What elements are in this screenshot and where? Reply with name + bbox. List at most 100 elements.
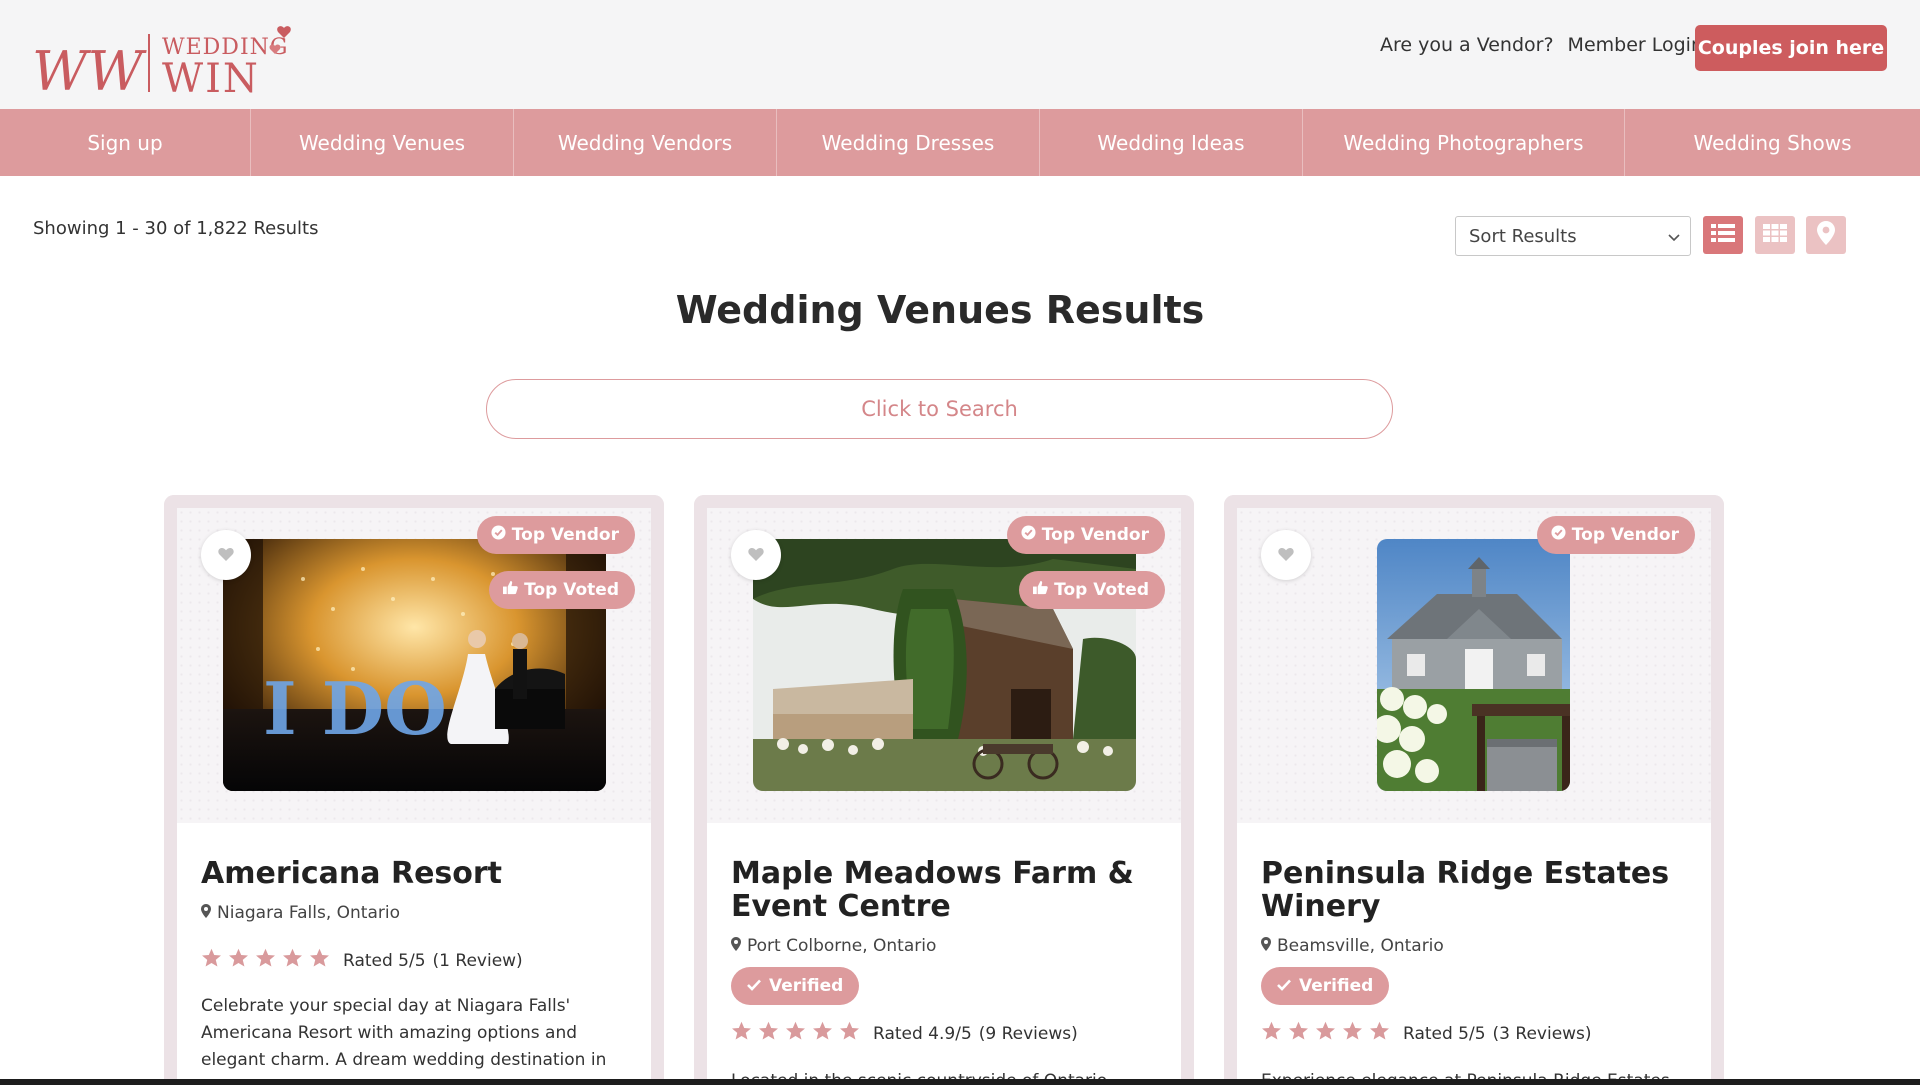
card-media: Top Vendor Top Voted: [707, 508, 1181, 823]
location-text: Niagara Falls, Ontario: [217, 903, 400, 923]
verified-label: Verified: [1299, 976, 1374, 996]
check-circle-icon: [1551, 525, 1566, 545]
venue-card[interactable]: Top Vendor Peninsula Ridge Estates Winer…: [1224, 495, 1724, 1085]
heart-icon: [218, 546, 234, 565]
review-count[interactable]: (9 Reviews): [979, 1024, 1078, 1044]
nav-item-wedding-ideas[interactable]: Wedding Ideas: [1040, 109, 1303, 176]
location-text: Beamsville, Ontario: [1277, 936, 1444, 956]
star-icon: [1261, 1021, 1282, 1046]
star-icon: [812, 1021, 833, 1046]
check-icon: [1277, 976, 1291, 996]
map-pin-icon: [201, 903, 211, 923]
venue-location: Niagara Falls, Ontario: [201, 903, 400, 923]
badge-label: Top Vendor: [1041, 525, 1149, 545]
nav-item-wedding-venues[interactable]: Wedding Venues: [251, 109, 514, 176]
check-circle-icon: [1021, 525, 1036, 545]
venue-description: Celebrate your special day at Niagara Fa…: [201, 996, 607, 1085]
check-icon: [747, 976, 761, 996]
nav-item-wedding-dresses[interactable]: Wedding Dresses: [777, 109, 1040, 176]
favorite-button[interactable]: [201, 530, 251, 580]
grid-view-button[interactable]: [1755, 216, 1795, 254]
header-links: Are you a Vendor? Member Login: [1380, 34, 1703, 56]
window-bottom-edge: [0, 1079, 1920, 1085]
nav-item-sign-up[interactable]: Sign up: [0, 109, 251, 176]
star-icon: [309, 948, 330, 973]
badge-label: Top Voted: [524, 580, 619, 600]
list-view-button[interactable]: [1703, 216, 1743, 254]
venue-title[interactable]: Peninsula Ridge Estates Winery: [1261, 857, 1691, 923]
site-header: WW WEDDING WIN Are you a Vendor? Member …: [0, 0, 1920, 109]
venue-location: Port Colborne, Ontario: [731, 936, 936, 956]
card-media: Top Vendor: [1237, 508, 1711, 823]
page-title: Wedding Venues Results: [675, 288, 1205, 332]
venue-title[interactable]: Americana Resort: [201, 857, 631, 890]
venue-photo[interactable]: [1377, 539, 1570, 791]
star-rating: [201, 948, 330, 973]
review-count[interactable]: (1 Review): [433, 951, 523, 971]
heart-icon: [748, 546, 764, 565]
rating-text: Rated 5/5: [343, 950, 426, 971]
star-icon: [1315, 1021, 1336, 1046]
venue-location: Beamsville, Ontario: [1261, 936, 1444, 956]
star-icon: [201, 948, 222, 973]
thumbs-up-icon: [1033, 580, 1048, 600]
svg-text:I DO: I DO: [263, 666, 447, 751]
star-icon: [731, 1021, 752, 1046]
venue-rating: Rated 5/5 (3 Reviews): [1261, 1021, 1592, 1046]
map-view-button[interactable]: [1806, 216, 1846, 254]
venue-rating: Rated 5/5 (1 Review): [201, 948, 523, 973]
location-text: Port Colborne, Ontario: [747, 936, 937, 956]
review-count[interactable]: (3 Reviews): [1493, 1024, 1592, 1044]
chevron-down-icon: [1668, 226, 1680, 247]
nav-item-wedding-vendors[interactable]: Wedding Vendors: [514, 109, 777, 176]
venue-card[interactable]: Top Vendor Top Voted Maple Meadows Farm …: [694, 495, 1194, 1085]
star-icon: [1369, 1021, 1390, 1046]
search-input[interactable]: Click to Search: [486, 379, 1393, 439]
favorite-button[interactable]: [1261, 530, 1311, 580]
logo-line-2: WIN: [162, 56, 260, 96]
thumbs-up-icon: [503, 580, 518, 600]
verified-label: Verified: [769, 976, 844, 996]
venue-card[interactable]: I DO Top Vendor Top Voted Americana Reso…: [164, 495, 664, 1085]
badge-label: Top Voted: [1054, 580, 1149, 600]
favorite-button[interactable]: [731, 530, 781, 580]
check-circle-icon: [491, 525, 506, 545]
rating-text: Rated 5/5: [1403, 1023, 1486, 1044]
top-vendor-badge: Top Vendor: [1536, 516, 1695, 554]
member-login-link[interactable]: Member Login: [1568, 34, 1703, 56]
couples-join-button[interactable]: Couples join here: [1695, 25, 1887, 71]
badge-label: Top Vendor: [511, 525, 619, 545]
star-icon: [282, 948, 303, 973]
nav-item-wedding-photographers[interactable]: Wedding Photographers: [1303, 109, 1625, 176]
top-vendor-badge: Top Vendor: [476, 516, 635, 554]
star-rating: [731, 1021, 860, 1046]
heart-icon: [1278, 546, 1294, 565]
venue-rating: Rated 4.9/5 (9 Reviews): [731, 1021, 1078, 1046]
main-nav: Sign up Wedding Venues Wedding Vendors W…: [0, 109, 1920, 176]
top-vendor-badge: Top Vendor: [1006, 516, 1165, 554]
badge-label: Top Vendor: [1571, 525, 1679, 545]
top-voted-badge: Top Voted: [1019, 571, 1165, 609]
nav-item-wedding-shows[interactable]: Wedding Shows: [1625, 109, 1920, 176]
vendor-link[interactable]: Are you a Vendor?: [1380, 34, 1554, 56]
verified-badge: Verified: [731, 967, 860, 1005]
star-icon: [1342, 1021, 1363, 1046]
star-icon: [758, 1021, 779, 1046]
star-icon: [1288, 1021, 1309, 1046]
grid-view-icon: [1763, 223, 1787, 247]
verified-badge: Verified: [1261, 967, 1390, 1005]
weddingwin-logo[interactable]: WW WEDDING WIN: [32, 24, 302, 103]
star-icon: [255, 948, 276, 973]
logo-monogram: WW: [32, 40, 148, 96]
results-count: Showing 1 - 30 of 1,822 Results: [33, 218, 319, 239]
star-icon: [785, 1021, 806, 1046]
map-pin-icon: [1817, 221, 1835, 249]
sort-select[interactable]: Sort Results: [1455, 216, 1691, 256]
list-view-icon: [1711, 223, 1735, 247]
venue-title[interactable]: Maple Meadows Farm & Event Centre: [731, 857, 1161, 923]
rating-text: Rated 4.9/5: [873, 1023, 972, 1044]
sort-select-value: Sort Results: [1469, 225, 1577, 247]
map-pin-icon: [1261, 936, 1271, 956]
top-voted-badge: Top Voted: [489, 571, 635, 609]
star-icon: [228, 948, 249, 973]
